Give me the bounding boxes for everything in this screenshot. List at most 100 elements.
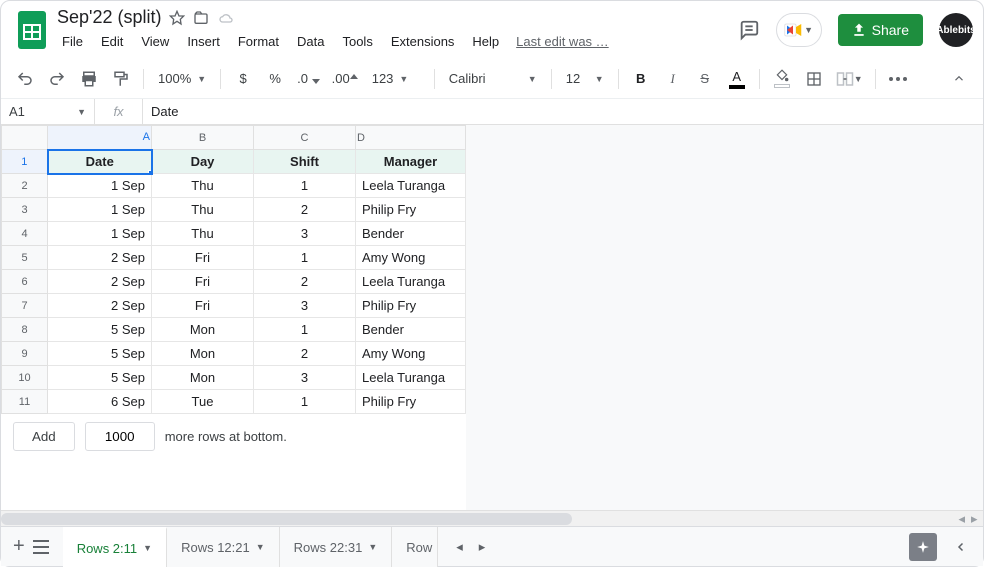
row-header[interactable]: 11 [2,390,48,414]
cell[interactable]: 2 [254,342,356,366]
row-header[interactable]: 6 [2,270,48,294]
cell[interactable]: Thu [152,198,254,222]
cell[interactable]: Leela Turanga [356,270,466,294]
cell[interactable]: 6 Sep [48,390,152,414]
merge-cells-button[interactable]: ▼ [832,65,867,93]
cell[interactable]: 3 [254,294,356,318]
row-header[interactable]: 8 [2,318,48,342]
more-tools-button[interactable] [884,65,912,93]
borders-button[interactable] [800,65,828,93]
grid-scroll-area[interactable]: A B C D 1DateDayShiftManager21 SepThu1Le… [1,125,983,510]
cell[interactable]: Mon [152,318,254,342]
row-header[interactable]: 4 [2,222,48,246]
add-sheet-button[interactable]: + [13,535,25,558]
col-header-D[interactable]: D [356,126,466,150]
cell[interactable]: Thu [152,222,254,246]
cell[interactable]: Fri [152,270,254,294]
scroll-right-icon[interactable]: ▸ [971,511,978,527]
increase-decimal-button[interactable]: .00 [328,65,362,93]
tab-next-button[interactable]: ▸ [479,539,486,555]
col-header-A[interactable]: A [48,126,152,150]
cell[interactable]: 2 Sep [48,246,152,270]
cell[interactable]: Tue [152,390,254,414]
italic-button[interactable]: I [659,65,687,93]
account-avatar[interactable]: Ablebits [939,13,973,47]
cell[interactable]: 1 [254,390,356,414]
cell[interactable]: 3 [254,366,356,390]
cell[interactable]: 3 [254,222,356,246]
row-header[interactable]: 5 [2,246,48,270]
name-box[interactable]: A1 ▼ [1,99,95,124]
text-color-button[interactable]: A [723,65,751,93]
font-select[interactable]: Calibri▼ [443,65,543,93]
menu-help[interactable]: Help [465,30,506,53]
cell[interactable]: Shift [254,150,356,174]
undo-button[interactable] [11,65,39,93]
cell[interactable]: Thu [152,174,254,198]
row-header[interactable]: 10 [2,366,48,390]
chevron-down-icon[interactable]: ▼ [143,543,152,553]
menu-tools[interactable]: Tools [335,30,379,53]
chevron-down-icon[interactable]: ▼ [256,542,265,552]
bold-button[interactable]: B [627,65,655,93]
cell[interactable]: Amy Wong [356,246,466,270]
menu-data[interactable]: Data [290,30,331,53]
cell[interactable]: Date [48,150,152,174]
selection-handle[interactable] [148,170,152,174]
cell[interactable]: 5 Sep [48,318,152,342]
cell[interactable]: 2 [254,198,356,222]
cell[interactable]: 5 Sep [48,342,152,366]
chevron-down-icon[interactable]: ▼ [368,542,377,552]
cell[interactable]: 2 [254,270,356,294]
menu-format[interactable]: Format [231,30,286,53]
fill-color-button[interactable] [768,65,796,93]
toolbar-collapse-button[interactable] [945,65,973,93]
star-icon[interactable] [169,10,185,26]
cell[interactable]: Manager [356,150,466,174]
cell[interactable]: Fri [152,294,254,318]
decrease-decimal-button[interactable]: .0 [293,65,323,93]
menu-view[interactable]: View [134,30,176,53]
paint-format-button[interactable] [107,65,135,93]
horizontal-scrollbar[interactable]: ◂ ▸ [1,510,983,526]
add-rows-count-input[interactable] [85,422,155,451]
cell[interactable]: Bender [356,318,466,342]
col-header-B[interactable]: B [152,126,254,150]
row-header[interactable]: 7 [2,294,48,318]
row-header[interactable]: 9 [2,342,48,366]
cell[interactable]: Amy Wong [356,342,466,366]
move-icon[interactable] [193,10,209,26]
cell[interactable]: Mon [152,366,254,390]
cell[interactable]: Leela Turanga [356,174,466,198]
cell[interactable]: 2 Sep [48,294,152,318]
menu-insert[interactable]: Insert [180,30,227,53]
cell[interactable]: 1 [254,246,356,270]
print-button[interactable] [75,65,103,93]
app-logo[interactable] [11,7,53,53]
doc-title[interactable]: Sep'22 (split) [57,7,161,28]
cell[interactable]: Philip Fry [356,198,466,222]
cell[interactable]: 5 Sep [48,366,152,390]
strikethrough-button[interactable]: S [691,65,719,93]
row-header[interactable]: 2 [2,174,48,198]
zoom-select[interactable]: 100%▼ [152,65,212,93]
row-header[interactable]: 3 [2,198,48,222]
cloud-status-icon[interactable] [217,10,235,26]
col-header-C[interactable]: C [254,126,356,150]
tab-prev-button[interactable]: ◂ [456,539,463,555]
menu-extensions[interactable]: Extensions [384,30,462,53]
cell[interactable]: Philip Fry [356,390,466,414]
menu-edit[interactable]: Edit [94,30,130,53]
cell[interactable]: Philip Fry [356,294,466,318]
cell[interactable]: Day [152,150,254,174]
side-panel-toggle[interactable] [945,541,977,553]
cell[interactable]: Leela Turanga [356,366,466,390]
last-edit-link[interactable]: Last edit was … [516,34,609,49]
sheet-tab[interactable]: Row [392,527,438,567]
font-size-select[interactable]: 12▼ [560,65,610,93]
sheet-tab[interactable]: Rows 12:21▼ [167,527,280,567]
cell[interactable]: 1 Sep [48,198,152,222]
meet-button[interactable]: ▼ [776,13,822,47]
redo-button[interactable] [43,65,71,93]
currency-button[interactable]: $ [229,65,257,93]
